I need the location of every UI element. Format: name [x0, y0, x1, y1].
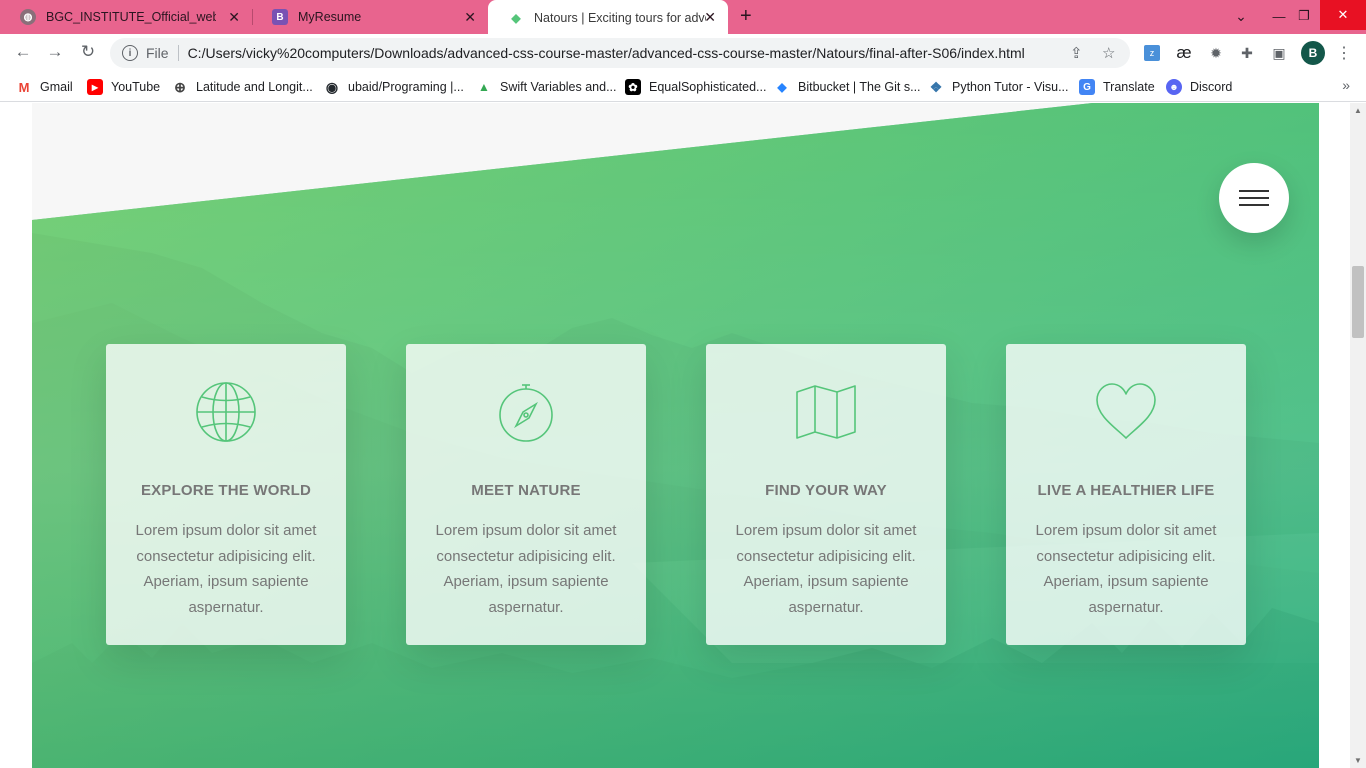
- close-tab-icon[interactable]: ✕: [704, 9, 716, 26]
- compass-icon: [499, 384, 553, 442]
- bookmark-label: Swift Variables and...: [500, 80, 617, 94]
- compass-site-icon: ⊕: [172, 79, 188, 95]
- hamburger-line: [1239, 204, 1269, 206]
- bookmark-label: EqualSophisticated...: [649, 80, 767, 94]
- feature-title: LIVE A HEALTHIER LIFE: [1037, 482, 1215, 499]
- tab-search-icon[interactable]: ⌄: [1226, 2, 1256, 30]
- bookmark-label: Python Tutor - Visu...: [952, 80, 1069, 94]
- address-url[interactable]: C:/Users/vicky%20computers/Downloads/adv…: [188, 45, 1025, 61]
- more-bookmarks-icon[interactable]: »: [1342, 77, 1350, 93]
- tab-title: MyResume: [298, 10, 362, 24]
- scroll-down-arrow-icon[interactable]: ▼: [1354, 756, 1362, 765]
- tab-natours-active[interactable]: ◆ Natours | Exciting tours for adventuro…: [488, 0, 728, 36]
- globe-favicon-icon: ◍: [20, 9, 36, 25]
- bookmark-youtube[interactable]: ▶ YouTube: [87, 77, 160, 97]
- bookmark-label: Discord: [1190, 80, 1233, 94]
- openai-icon: ✿: [625, 79, 641, 95]
- tab-myresume[interactable]: B MyResume ✕: [252, 0, 488, 34]
- feature-title: FIND YOUR WAY: [765, 482, 887, 499]
- forward-arrow-icon[interactable]: →: [44, 42, 66, 62]
- new-tab-button[interactable]: +: [740, 5, 752, 28]
- bookmark-discord[interactable]: ☻ Discord: [1166, 77, 1232, 97]
- feature-box-explore: EXPLORE THE WORLD Lorem ipsum dolor sit …: [106, 344, 346, 645]
- bitbucket-icon: ◆: [774, 79, 790, 95]
- close-window-button[interactable]: ✕: [1320, 0, 1366, 30]
- bookmark-bitbucket[interactable]: ◆ Bitbucket | The Git s...: [774, 77, 921, 97]
- browser-toolbar: ← → ↻ i File C:/Users/vicky%20computers/…: [0, 34, 1366, 72]
- restore-button[interactable]: ❐: [1289, 2, 1319, 30]
- vertical-scrollbar[interactable]: ▲ ▼: [1350, 103, 1366, 768]
- menu-kebab-icon[interactable]: ⋮: [1334, 43, 1354, 63]
- bookmark-label: ubaid/Programing |...: [348, 80, 464, 94]
- feature-text: Lorem ipsum dolor sit amet consectetur a…: [135, 522, 317, 616]
- tab-title: Natours | Exciting tours for adventurous…: [534, 11, 706, 25]
- bookmark-python-tutor[interactable]: ❖ Python Tutor - Visu...: [928, 77, 1069, 97]
- address-bar[interactable]: i File C:/Users/vicky%20computers/Downlo…: [110, 38, 1130, 68]
- bug-extension-icon[interactable]: ✹: [1206, 43, 1226, 63]
- share-icon[interactable]: ⇪: [1070, 44, 1083, 62]
- scroll-up-arrow-icon[interactable]: ▲: [1354, 106, 1362, 115]
- gmail-icon: M: [16, 79, 32, 95]
- back-arrow-icon[interactable]: ←: [12, 42, 34, 62]
- bookmark-label: Gmail: [40, 80, 73, 94]
- info-icon[interactable]: i: [122, 45, 138, 61]
- bookmark-label: Latitude and Longit...: [196, 80, 313, 94]
- discord-icon: ☻: [1166, 79, 1182, 95]
- bookmark-gmail[interactable]: M Gmail: [16, 77, 73, 97]
- triangle-logo-icon: ▲: [476, 79, 492, 95]
- bookmark-latitude[interactable]: ⊕ Latitude and Longit...: [172, 77, 313, 97]
- youtube-icon: ▶: [87, 79, 103, 95]
- bootstrap-favicon-icon: B: [272, 9, 288, 25]
- navigation-menu-button[interactable]: [1219, 163, 1289, 233]
- feature-box-way: FIND YOUR WAY Lorem ipsum dolor sit amet…: [706, 344, 946, 645]
- tab-strip: ◍ BGC_INSTITUTE_Official_website ✕ B MyR…: [0, 0, 1366, 36]
- puzzle-extensions-icon[interactable]: ✚: [1237, 43, 1257, 63]
- globe-icon: [196, 382, 256, 442]
- feature-text: Lorem ipsum dolor sit amet consectetur a…: [735, 522, 917, 616]
- page-left-margin: [0, 103, 32, 768]
- bookmark-github[interactable]: ◉ ubaid/Programing |...: [324, 77, 464, 97]
- feature-box-healthier: LIVE A HEALTHIER LIFE Lorem ipsum dolor …: [1006, 344, 1246, 645]
- feature-title: MEET NATURE: [471, 482, 581, 499]
- map-icon: [796, 385, 856, 439]
- heart-icon: [1096, 383, 1156, 439]
- natours-favicon-icon: ◆: [511, 11, 521, 25]
- bookmark-label: Translate: [1103, 80, 1155, 94]
- python-icon: ❖: [928, 78, 944, 95]
- sidebar-toggle-icon[interactable]: ▣: [1269, 43, 1289, 63]
- github-icon: ◉: [324, 78, 340, 95]
- feature-text: Lorem ipsum dolor sit amet consectetur a…: [1035, 522, 1217, 616]
- close-tab-icon[interactable]: ✕: [228, 9, 240, 26]
- tab-title: BGC_INSTITUTE_Official_website: [46, 10, 216, 24]
- bookmark-translate[interactable]: G Translate: [1079, 77, 1155, 97]
- google-translate-icon: G: [1079, 79, 1095, 95]
- hamburger-line: [1239, 197, 1269, 199]
- bookmark-swift[interactable]: ▲ Swift Variables and...: [476, 77, 617, 97]
- page-viewport: EXPLORE THE WORLD Lorem ipsum dolor sit …: [0, 103, 1366, 768]
- feature-box-nature: MEET NATURE Lorem ipsum dolor sit amet c…: [406, 344, 646, 645]
- bookmark-label: YouTube: [111, 80, 161, 94]
- feature-text: Lorem ipsum dolor sit amet consectetur a…: [435, 522, 617, 616]
- tab-bgc-institute[interactable]: ◍ BGC_INSTITUTE_Official_website ✕: [0, 0, 252, 34]
- scrollbar-thumb[interactable]: [1352, 266, 1364, 338]
- bookmark-label: Bitbucket | The Git s...: [798, 80, 921, 94]
- feature-title: EXPLORE THE WORLD: [140, 482, 312, 499]
- bookmark-equalsophisticated[interactable]: ✿ EqualSophisticated...: [625, 77, 766, 97]
- natours-page: EXPLORE THE WORLD Lorem ipsum dolor sit …: [32, 103, 1319, 768]
- translate-extension-icon[interactable]: z: [1142, 43, 1162, 63]
- reload-icon[interactable]: ↻: [77, 42, 99, 62]
- close-tab-icon[interactable]: ✕: [464, 9, 476, 26]
- ae-extension-icon[interactable]: æ: [1174, 43, 1194, 63]
- bookmark-star-icon[interactable]: ☆: [1102, 44, 1115, 62]
- bookmarks-bar: M Gmail ▶ YouTube ⊕ Latitude and Longit.…: [0, 72, 1366, 102]
- address-scheme: File: [146, 45, 179, 61]
- profile-avatar[interactable]: B: [1301, 41, 1325, 65]
- hamburger-line: [1239, 190, 1269, 192]
